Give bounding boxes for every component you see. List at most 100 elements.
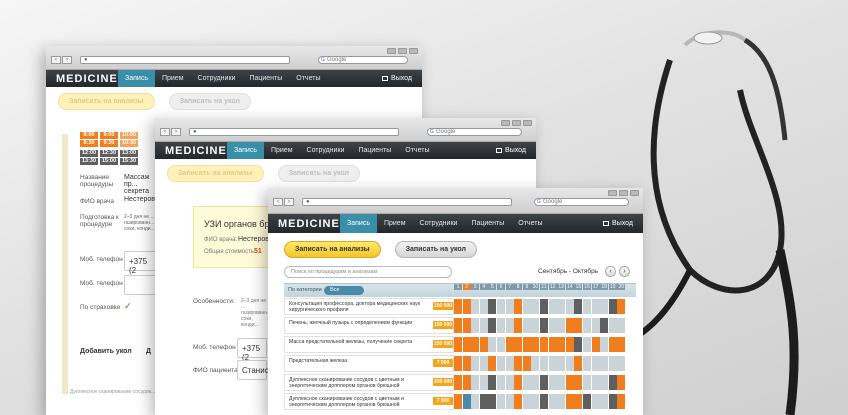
schedule-cell[interactable] xyxy=(522,337,531,352)
schedule-cell[interactable] xyxy=(608,337,617,352)
schedule-cell[interactable] xyxy=(565,337,574,352)
schedule-cell[interactable] xyxy=(600,394,609,409)
schedule-cell[interactable] xyxy=(608,375,617,390)
schedule-cell[interactable] xyxy=(574,299,583,314)
schedule-cell[interactable] xyxy=(497,299,505,314)
patient-field[interactable]: Станис xyxy=(237,360,269,380)
service-search-input[interactable]: Поиск по процедурам и анализам xyxy=(284,266,452,278)
schedule-cell[interactable] xyxy=(557,337,566,352)
schedule-cell[interactable] xyxy=(548,318,557,333)
time-slot[interactable]: 12:30 xyxy=(100,150,118,157)
schedule-cell[interactable] xyxy=(531,356,540,371)
checkmark-icon[interactable]: ✓ xyxy=(124,301,132,312)
browser-search[interactable]: Google xyxy=(318,56,408,64)
nav-staff[interactable]: Сотрудники xyxy=(413,214,465,233)
category-select[interactable]: Все xyxy=(324,286,364,295)
schedule-cell[interactable] xyxy=(514,375,523,390)
time-slot[interactable]: 9:00 xyxy=(100,132,118,139)
schedule-cell[interactable] xyxy=(557,318,566,333)
book-injection-button[interactable]: Записать на укол xyxy=(168,93,251,110)
schedule-cell[interactable] xyxy=(488,356,497,371)
schedule-cell[interactable] xyxy=(583,375,591,390)
schedule-cell[interactable] xyxy=(471,356,480,371)
schedule-cell[interactable] xyxy=(479,394,488,409)
time-slot[interactable]: 8:00 xyxy=(80,132,98,139)
schedule-cell[interactable] xyxy=(574,318,583,333)
schedule-cell[interactable] xyxy=(479,375,488,390)
schedule-cell[interactable] xyxy=(488,318,497,333)
book-tests-button[interactable]: Записать на анализы xyxy=(167,165,264,182)
schedule-cell[interactable] xyxy=(505,375,514,390)
schedule-cell[interactable] xyxy=(540,337,548,352)
schedule-cell[interactable] xyxy=(591,356,600,371)
schedule-cell[interactable] xyxy=(454,394,462,409)
schedule-cell[interactable] xyxy=(488,375,497,390)
schedule-cell[interactable] xyxy=(505,337,514,352)
schedule-cell[interactable] xyxy=(471,375,480,390)
nav-zapis[interactable]: Запись xyxy=(340,214,377,233)
schedule-cell[interactable] xyxy=(548,375,557,390)
schedule-cell[interactable] xyxy=(617,299,626,314)
schedule-cell[interactable] xyxy=(565,394,574,409)
schedule-cell[interactable] xyxy=(548,337,557,352)
nav-staff[interactable]: Сотрудники xyxy=(191,70,243,87)
schedule-cell[interactable] xyxy=(565,375,574,390)
schedule-cell[interactable] xyxy=(497,337,505,352)
schedule-cell[interactable] xyxy=(557,356,566,371)
schedule-cell[interactable] xyxy=(522,299,531,314)
schedule-cell[interactable] xyxy=(617,337,626,352)
schedule-cell[interactable] xyxy=(514,318,523,333)
schedule-cell[interactable] xyxy=(540,299,548,314)
schedule-cell[interactable] xyxy=(583,356,591,371)
schedule-cell[interactable] xyxy=(488,299,497,314)
schedule-cell[interactable] xyxy=(540,318,548,333)
browser-search[interactable]: Google xyxy=(534,198,629,206)
time-slot[interactable]: 10:30 xyxy=(120,140,138,147)
schedule-cell[interactable] xyxy=(531,394,540,409)
schedule-cell[interactable] xyxy=(522,318,531,333)
schedule-cell[interactable] xyxy=(479,337,488,352)
time-slot[interactable]: 15:30 xyxy=(120,158,138,165)
schedule-cell[interactable] xyxy=(574,356,583,371)
schedule-cell[interactable] xyxy=(557,299,566,314)
schedule-cell[interactable] xyxy=(583,299,591,314)
schedule-cell[interactable] xyxy=(540,356,548,371)
schedule-cell[interactable] xyxy=(591,318,600,333)
schedule-cell[interactable] xyxy=(454,318,462,333)
schedule-cell[interactable] xyxy=(600,318,609,333)
back-icon[interactable]: ‹ xyxy=(51,56,61,64)
schedule-cell[interactable] xyxy=(600,299,609,314)
address-bar[interactable]: ● xyxy=(302,198,512,206)
schedule-cell[interactable] xyxy=(583,337,591,352)
schedule-cell[interactable] xyxy=(454,375,462,390)
schedule-cell[interactable] xyxy=(488,394,497,409)
prev-month-button[interactable]: ‹ xyxy=(605,266,616,277)
schedule-cell[interactable] xyxy=(471,318,480,333)
schedule-cell[interactable] xyxy=(617,318,626,333)
schedule-cell[interactable] xyxy=(479,299,488,314)
nav-patients[interactable]: Пациенты xyxy=(464,214,511,233)
schedule-cell[interactable] xyxy=(522,375,531,390)
nav-priem[interactable]: Прием xyxy=(264,142,300,159)
forward-icon[interactable]: › xyxy=(284,198,294,206)
schedule-cell[interactable] xyxy=(591,394,600,409)
schedule-cell[interactable] xyxy=(462,394,471,409)
schedule-cell[interactable] xyxy=(540,375,548,390)
schedule-cell[interactable] xyxy=(574,337,583,352)
schedule-cell[interactable] xyxy=(497,375,505,390)
forward-icon[interactable]: › xyxy=(62,56,72,64)
schedule-cell[interactable] xyxy=(454,337,462,352)
schedule-cell[interactable] xyxy=(600,375,609,390)
time-slot[interactable]: 10:00 xyxy=(120,132,138,139)
schedule-cell[interactable] xyxy=(462,375,471,390)
schedule-cell[interactable] xyxy=(497,318,505,333)
schedule-cell[interactable] xyxy=(591,375,600,390)
schedule-cell[interactable] xyxy=(454,299,462,314)
schedule-cell[interactable] xyxy=(479,318,488,333)
book-tests-button[interactable]: Записать на анализы xyxy=(284,241,381,258)
browser-search[interactable]: Google xyxy=(427,128,522,136)
time-slot[interactable]: 8:30 xyxy=(80,140,98,147)
schedule-cell[interactable] xyxy=(514,337,523,352)
next-month-button[interactable]: › xyxy=(619,266,630,277)
schedule-cell[interactable] xyxy=(522,356,531,371)
